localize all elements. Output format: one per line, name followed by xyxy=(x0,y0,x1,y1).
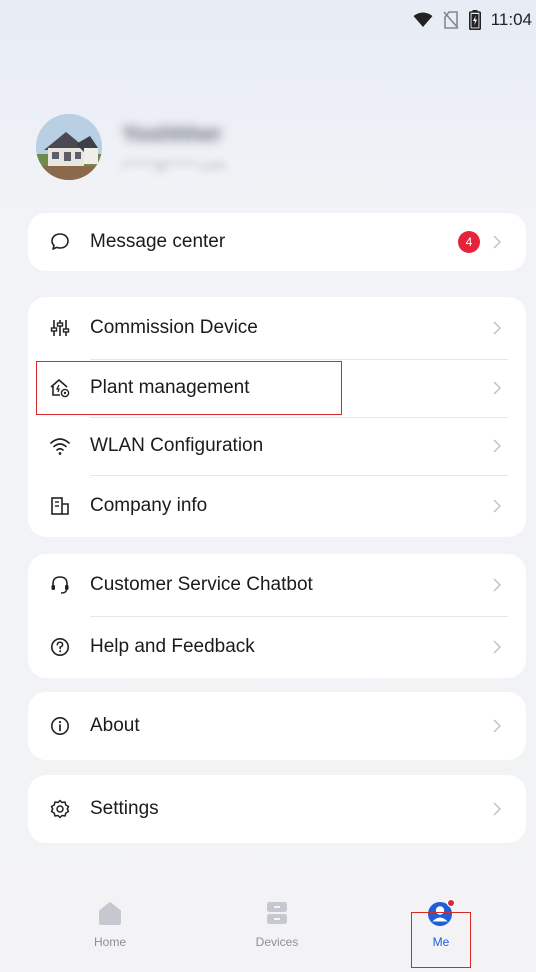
nav-tab-me[interactable]: Me xyxy=(401,898,481,962)
menu-card-support: Customer Service Chatbot Help and Feedba… xyxy=(28,554,526,678)
menu-item-commission-device[interactable]: Commission Device xyxy=(28,297,526,359)
menu-card-about: About xyxy=(28,692,526,760)
menu-card-messages: Message center 4 xyxy=(28,213,526,271)
unread-badge: 4 xyxy=(458,231,480,253)
chat-bubble-icon xyxy=(48,230,72,254)
menu-item-label: Customer Service Chatbot xyxy=(90,574,313,595)
wifi-icon xyxy=(413,12,433,28)
menu-item-label: Plant management xyxy=(90,377,250,398)
profile-header[interactable]: Yoshhher r*****@*****.com xyxy=(36,112,500,182)
bottom-nav: Home Devices Me xyxy=(0,880,536,972)
chevron-right-icon xyxy=(492,438,504,454)
menu-item-wlan-configuration[interactable]: WLAN Configuration xyxy=(28,417,526,475)
nav-label: Home xyxy=(93,935,126,949)
wifi-icon xyxy=(48,434,72,458)
nav-tab-home[interactable]: Home xyxy=(70,898,150,962)
profile-name: Yoshhher xyxy=(122,121,222,146)
sliders-icon xyxy=(48,316,72,340)
avatar[interactable] xyxy=(36,114,102,180)
chevron-right-icon xyxy=(492,577,504,593)
menu-item-message-center[interactable]: Message center 4 xyxy=(28,213,526,271)
home-icon xyxy=(95,898,125,928)
menu-item-about[interactable]: About xyxy=(28,692,526,760)
menu-item-company-info[interactable]: Company info xyxy=(28,475,526,537)
chevron-right-icon xyxy=(492,234,504,250)
chevron-right-icon xyxy=(492,320,504,336)
chevron-right-icon xyxy=(492,498,504,514)
menu-item-plant-management[interactable]: Plant management xyxy=(28,359,526,417)
person-icon xyxy=(426,898,456,928)
menu-item-customer-service-chatbot[interactable]: Customer Service Chatbot xyxy=(28,554,526,616)
status-bar: 11:04 xyxy=(0,0,536,40)
menu-card-settings: Settings xyxy=(28,775,526,843)
status-time: 11:04 xyxy=(490,10,532,29)
question-circle-icon xyxy=(48,635,72,659)
chevron-right-icon xyxy=(492,718,504,734)
menu-item-label: Message center xyxy=(90,231,226,252)
headset-icon xyxy=(48,573,72,597)
menu-item-label: Company info xyxy=(90,495,208,516)
no-sim-icon xyxy=(443,11,459,29)
menu-item-label: Help and Feedback xyxy=(90,636,255,657)
building-icon xyxy=(48,494,72,518)
menu-card-device: Commission Device Plant management WLAN … xyxy=(28,297,526,537)
nav-tab-devices[interactable]: Devices xyxy=(237,898,317,962)
menu-item-label: Commission Device xyxy=(90,317,258,338)
nav-label: Me xyxy=(432,935,450,949)
plant-house-icon xyxy=(48,376,72,400)
devices-icon xyxy=(262,898,292,928)
chevron-right-icon xyxy=(492,639,504,655)
battery-icon xyxy=(468,10,481,30)
gear-icon xyxy=(48,797,72,821)
chevron-right-icon xyxy=(492,380,504,396)
nav-label: Devices xyxy=(255,935,299,949)
menu-item-settings[interactable]: Settings xyxy=(28,775,526,843)
info-circle-icon xyxy=(48,714,72,738)
menu-item-label: Settings xyxy=(90,798,159,819)
profile-subtitle: r*****@*****.com xyxy=(122,157,226,173)
menu-item-help-and-feedback[interactable]: Help and Feedback xyxy=(28,616,526,678)
chevron-right-icon xyxy=(492,801,504,817)
menu-item-label: WLAN Configuration xyxy=(90,435,264,456)
menu-item-label: About xyxy=(90,715,140,736)
